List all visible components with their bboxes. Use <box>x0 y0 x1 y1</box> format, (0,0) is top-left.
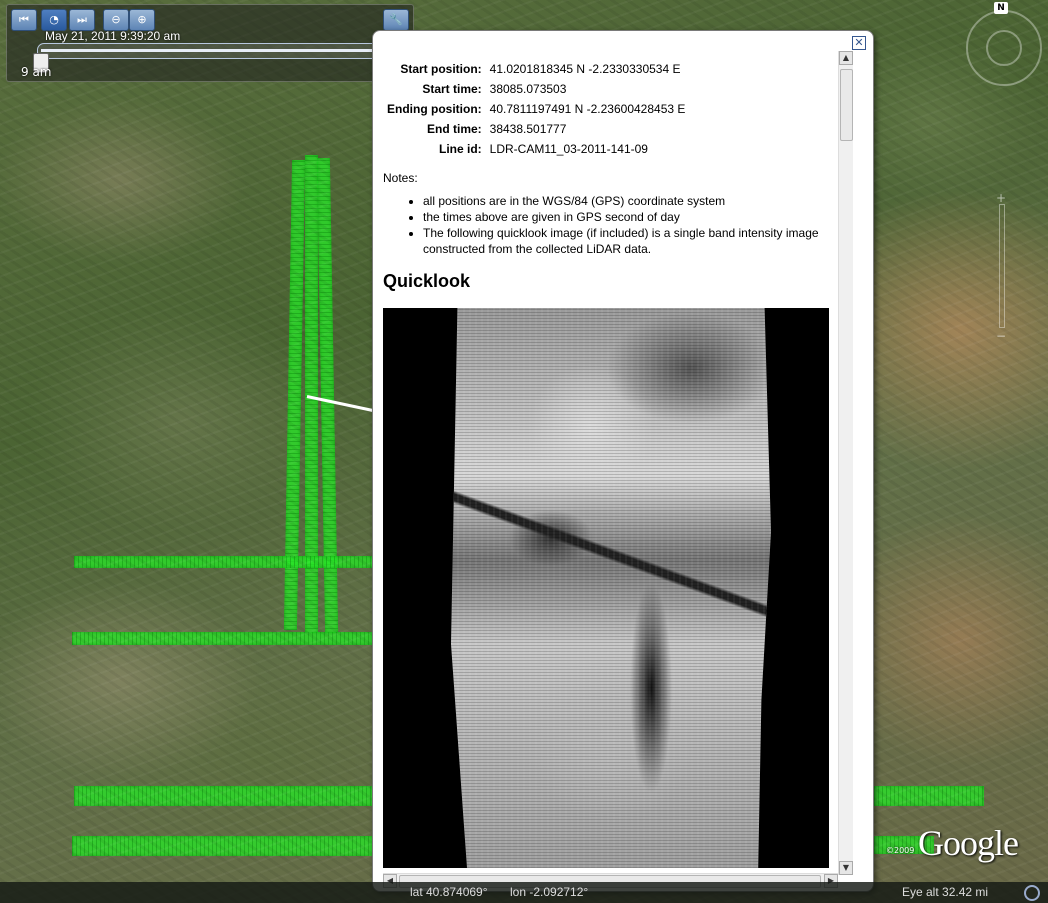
scroll-up-icon[interactable]: ▲ <box>839 51 853 65</box>
vertical-scroll-thumb[interactable] <box>840 69 853 141</box>
time-settings-button[interactable]: ◔ <box>41 9 67 31</box>
info-row: Start time: 38085.073503 <box>383 79 689 99</box>
balloon-content: Start position: 41.0201818345 N -2.23303… <box>383 51 838 873</box>
field-value: 41.0201818345 N -2.2330330534 E <box>489 62 681 76</box>
flight-line[interactable] <box>74 556 374 568</box>
field-label: Ending position: <box>387 102 482 116</box>
streaming-icon <box>1024 885 1040 901</box>
field-label: End time: <box>426 122 482 136</box>
info-row: Start position: 41.0201818345 N -2.23303… <box>383 59 689 79</box>
notes-list: all positions are in the WGS/84 (GPS) co… <box>383 193 838 257</box>
slider-options-button[interactable]: 🔧 <box>383 9 409 31</box>
zoom-out-icon: ⊖ <box>111 13 121 26</box>
field-label: Start time: <box>422 82 482 96</box>
flight-line[interactable] <box>72 632 374 645</box>
field-value: LDR-CAM11_03-2011-141-09 <box>489 142 648 156</box>
field-value: 40.7811197491 N -2.23600428453 E <box>489 102 686 116</box>
eye-altitude-readout: Eye alt 32.42 mi <box>902 885 989 899</box>
zoom-in-time-button[interactable]: ⊕ <box>129 9 155 31</box>
note-item: The following quicklook image (if includ… <box>423 225 838 257</box>
zoom-out-time-button[interactable]: ⊖ <box>103 9 129 31</box>
vertical-scrollbar[interactable]: ▲ ▼ <box>838 51 853 875</box>
scroll-down-icon[interactable]: ▼ <box>839 861 853 875</box>
note-item: all positions are in the WGS/84 (GPS) co… <box>423 193 838 209</box>
zoom-in-icon: ⊕ <box>137 13 147 26</box>
zoom-rail[interactable] <box>999 204 1005 328</box>
time-track[interactable] <box>37 43 411 59</box>
zoom-out-icon[interactable]: − <box>994 330 1008 342</box>
line-info-table: Start position: 41.0201818345 N -2.23303… <box>383 59 689 159</box>
imagery-copyright: ©2009 <box>886 846 915 855</box>
wrench-icon: 🔧 <box>389 13 403 26</box>
info-balloon: Start position: 41.0201818345 N -2.23303… <box>372 30 874 892</box>
flight-line[interactable] <box>874 786 984 806</box>
north-icon[interactable]: N <box>994 2 1008 14</box>
flight-line[interactable] <box>316 158 339 633</box>
flight-line[interactable] <box>72 836 374 856</box>
zoom-in-icon[interactable]: + <box>994 192 1008 204</box>
time-slider: ⏮ ◔ ⏭ ⊖ ⊕ 🔧 May 21, 2011 9:39:20 am 9 am… <box>6 4 417 82</box>
flight-line[interactable] <box>283 160 306 630</box>
notes-label: Notes: <box>383 171 418 185</box>
skip-forward-button[interactable]: ⏭ <box>69 9 95 31</box>
field-label: Line id: <box>438 142 482 156</box>
current-datetime: May 21, 2011 9:39:20 am <box>45 29 181 43</box>
skip-forward-icon: ⏭ <box>77 13 87 26</box>
field-value: 38438.501777 <box>489 122 567 136</box>
longitude-readout: lon -2.092712° <box>510 885 589 899</box>
quicklook-heading: Quicklook <box>383 271 471 291</box>
status-bar: lat 40.874069° lon -2.092712° Eye alt 32… <box>0 882 1048 903</box>
skip-back-icon: ⏮ <box>19 13 29 26</box>
field-value: 38085.073503 <box>489 82 567 96</box>
note-item: the times above are given in GPS second … <box>423 209 838 225</box>
info-row: Line id: LDR-CAM11_03-2011-141-09 <box>383 139 689 159</box>
google-logo: Google <box>918 823 1019 863</box>
close-icon[interactable]: ✕ <box>852 36 866 50</box>
flight-line[interactable] <box>74 786 374 806</box>
zoom-slider[interactable]: + − <box>994 192 1008 342</box>
quicklook-image <box>383 308 829 868</box>
clock-icon: ◔ <box>49 13 59 26</box>
info-row: Ending position: 40.7811197491 N -2.2360… <box>383 99 689 119</box>
info-row: End time: 38438.501777 <box>383 119 689 139</box>
start-time-label: 9 am <box>21 65 52 79</box>
field-label: Start position: <box>400 62 482 76</box>
look-joystick[interactable] <box>986 30 1022 66</box>
latitude-readout: lat 40.874069° <box>410 885 488 899</box>
lidar-intensity-strip <box>451 308 771 868</box>
skip-back-button[interactable]: ⏮ <box>11 9 37 31</box>
